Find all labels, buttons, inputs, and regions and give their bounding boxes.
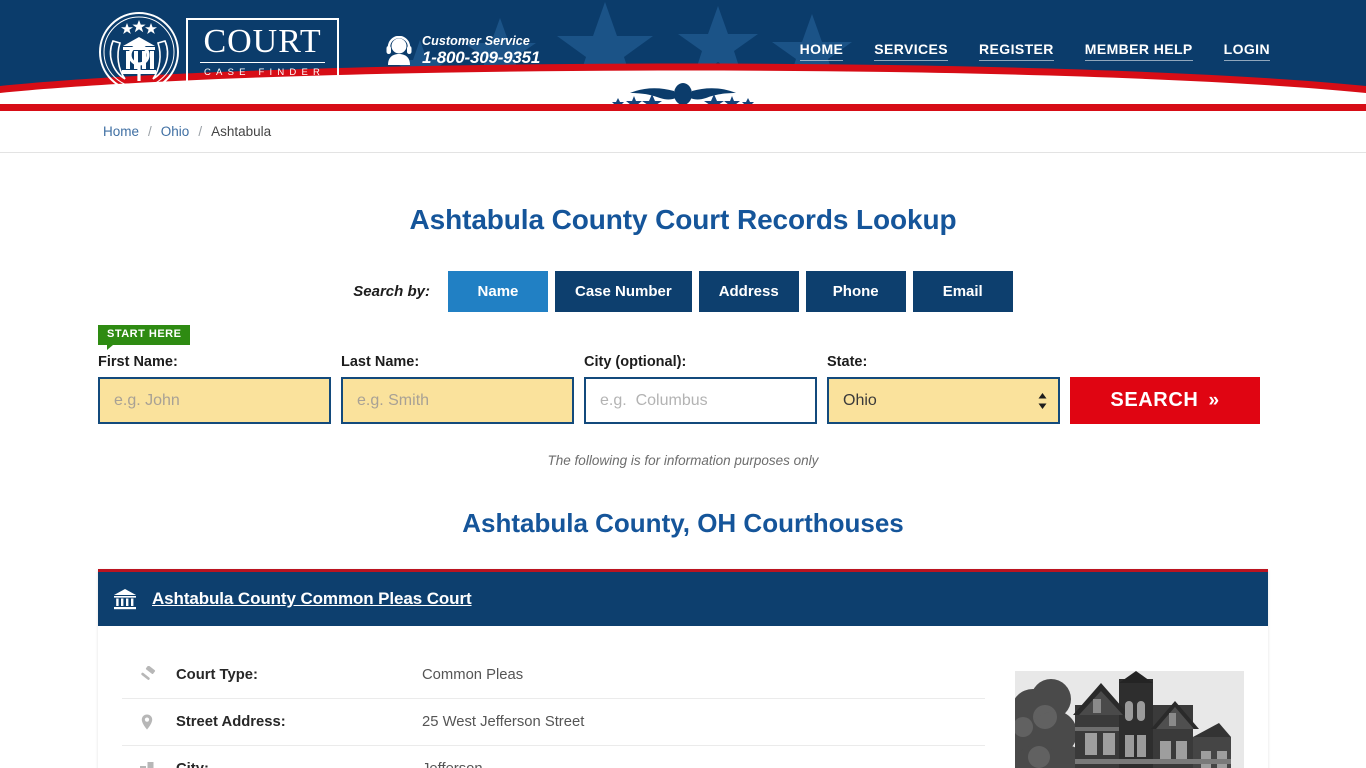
breadcrumb-item-ashtabula: Ashtabula (211, 124, 272, 139)
court-card-body: Court Type: Common Pleas Street Address:… (98, 626, 1268, 768)
detail-row-court-type: Court Type: Common Pleas (122, 652, 985, 699)
court-card-header: Ashtabula County Common Pleas Court (98, 572, 1268, 626)
double-chevron-icon: » (1208, 390, 1220, 411)
courthouse-photo (1015, 671, 1244, 768)
site-header: COURT CASE FINDER Customer Service 1-800… (0, 0, 1366, 104)
state-label: State: (827, 354, 868, 370)
search-button[interactable]: SEARCH » (1070, 377, 1260, 424)
nav-item-register[interactable]: REGISTER (979, 41, 1054, 61)
state-field: State: Ohio (827, 354, 1060, 424)
detail-value-street-address: 25 West Jefferson Street (422, 714, 585, 730)
city-input[interactable] (584, 377, 817, 424)
detail-row-street-address: Street Address: 25 West Jefferson Street (122, 699, 985, 746)
nav-item-login[interactable]: LOGIN (1223, 41, 1270, 61)
search-form: START HERE First Name: Last Name: City (… (98, 325, 1268, 424)
tab-case-number[interactable]: Case Number (554, 271, 692, 312)
court-details-list: Court Type: Common Pleas Street Address:… (122, 644, 985, 768)
map-pin-icon (138, 713, 156, 731)
detail-value-city: Jefferson (422, 761, 483, 768)
tab-name[interactable]: Name (447, 271, 548, 312)
headset-agent-icon (386, 35, 412, 65)
disclaimer-text: The following is for information purpose… (547, 453, 819, 468)
main-navigation: HOME SERVICES REGISTER MEMBER HELP LOGIN (799, 41, 1270, 61)
court-name-link[interactable]: Ashtabula County Common Pleas Court (152, 589, 472, 609)
start-here-badge: START HERE (98, 325, 191, 350)
detail-label-court-type: Court Type: (176, 667, 258, 683)
city-icon (138, 760, 156, 768)
logo-word-court: COURT (200, 25, 326, 63)
bank-courthouse-icon (114, 589, 136, 610)
logo-word-subtitle: CASE FINDER (204, 67, 326, 78)
first-name-label: First Name: (98, 354, 178, 370)
last-name-input[interactable] (341, 377, 574, 424)
breadcrumb-item-ohio[interactable]: Ohio (161, 124, 190, 139)
court-photo-column (985, 644, 1244, 768)
first-name-field: First Name: (98, 354, 331, 424)
last-name-field: Last Name: (341, 354, 574, 424)
detail-label-street-address: Street Address: (176, 714, 286, 730)
logo-wordmark: COURT CASE FINDER (186, 18, 340, 86)
site-logo[interactable]: COURT CASE FINDER (98, 8, 348, 96)
state-select[interactable]: Ohio (827, 377, 1060, 424)
customer-service-phone[interactable]: 1-800-309-9351 (422, 48, 540, 67)
breadcrumb: Home / Ohio / Ashtabula (0, 111, 1366, 153)
last-name-label: Last Name: (341, 354, 420, 370)
tab-email[interactable]: Email (912, 271, 1013, 312)
first-name-input[interactable] (98, 377, 331, 424)
nav-item-home[interactable]: HOME (799, 41, 844, 61)
detail-label-city: City: (176, 761, 422, 768)
courthouses-section-title: Ashtabula County, OH Courthouses (462, 508, 904, 538)
gavel-icon (138, 666, 156, 684)
search-by-label: Search by: (353, 283, 430, 300)
breadcrumb-separator: / (148, 124, 152, 139)
detail-row-city: City: Jefferson (122, 746, 985, 768)
nav-item-services[interactable]: SERVICES (874, 41, 949, 61)
court-card: Ashtabula County Common Pleas Court Cour… (98, 569, 1268, 768)
tab-address[interactable]: Address (698, 271, 799, 312)
search-by-tabs: Search by: Name Case Number Address Phon… (0, 271, 1366, 312)
city-label: City (optional): (584, 354, 687, 370)
detail-value-court-type: Common Pleas (422, 667, 524, 683)
breadcrumb-separator: / (198, 124, 203, 139)
customer-service-label: Customer Service (422, 34, 530, 48)
nav-item-member-help[interactable]: MEMBER HELP (1084, 41, 1193, 61)
header-red-divider (0, 104, 1366, 111)
search-button-label: SEARCH (1110, 389, 1199, 411)
court-seal-icon (99, 12, 179, 92)
breadcrumb-item-home[interactable]: Home (103, 124, 139, 139)
customer-service-block: Customer Service 1-800-309-9351 (385, 34, 540, 67)
city-field: City (optional): (584, 354, 817, 424)
tab-phone[interactable]: Phone (805, 271, 906, 312)
page-title: Ashtabula County Court Records Lookup (409, 204, 957, 235)
